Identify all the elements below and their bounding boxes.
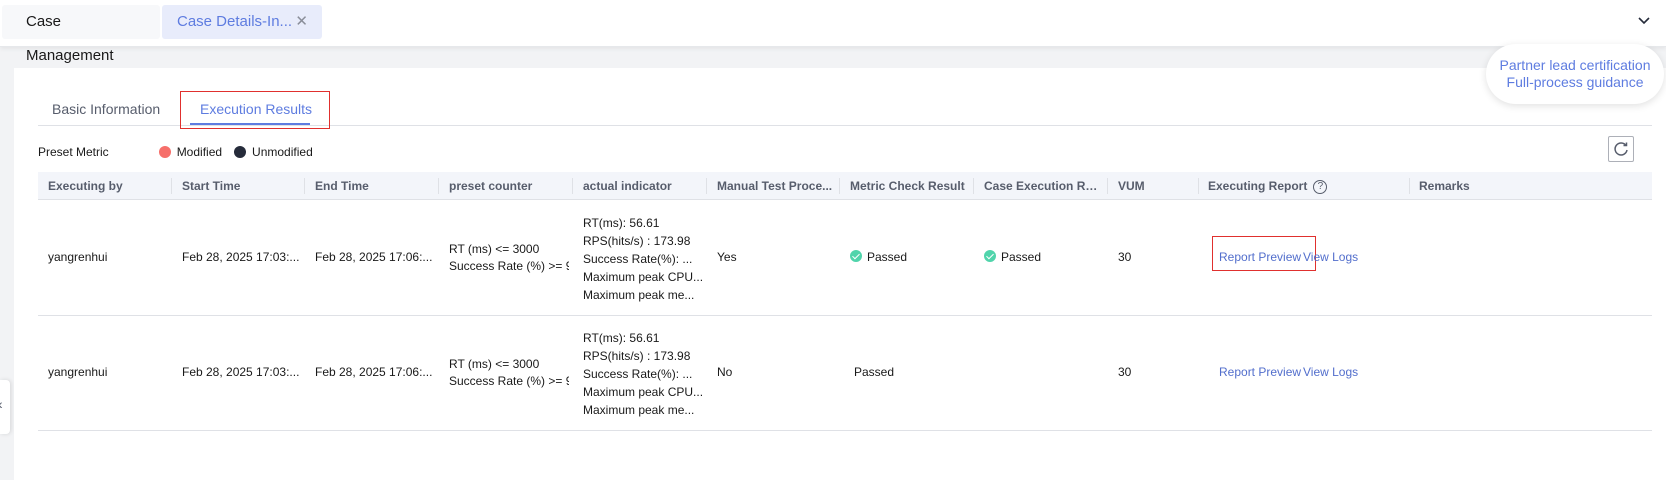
view-logs-link[interactable]: View Logs xyxy=(1303,250,1363,264)
cell-manual-test: No xyxy=(717,365,733,379)
cell-end-time: Feb 28, 2025 17:06:... xyxy=(315,365,433,379)
chevron-left-icon: ‹ xyxy=(0,396,3,412)
close-icon[interactable]: ✕ xyxy=(295,5,308,39)
col-actual-indicator: actual indicator xyxy=(583,179,672,193)
col-end-time: End Time xyxy=(315,179,369,193)
cell-vum: 30 xyxy=(1118,365,1132,379)
sub-tabs: Basic Information Execution Results xyxy=(38,80,1652,129)
indicator-line: Maximum peak me... xyxy=(583,403,695,417)
col-executing-by: Executing by xyxy=(48,179,123,193)
report-preview-link[interactable]: Report Preview xyxy=(1219,250,1303,264)
status-text: Passed xyxy=(1001,250,1042,264)
legend-unmodified: Unmodified xyxy=(252,145,313,159)
col-executing-report: Executing Report? xyxy=(1208,172,1408,200)
col-manual-test: Manual Test Proce... xyxy=(717,179,833,193)
tab-label: Case Management xyxy=(26,13,114,64)
unmodified-dot-icon xyxy=(234,146,247,158)
table-header: Executing by Start Time End Time preset … xyxy=(38,172,1652,200)
indicator-line: Maximum peak CPU... xyxy=(583,385,703,399)
indicator-line: RT(ms): 56.61 xyxy=(583,331,660,345)
indicator-line: Success Rate(%): ... xyxy=(583,252,693,266)
cell-metric-check: Passed xyxy=(854,365,895,379)
refresh-button[interactable] xyxy=(1608,136,1634,162)
partner-guidance-button[interactable]: Partner lead certification Full-process … xyxy=(1486,44,1664,104)
cell-preset-counter: RT (ms) <= 3000 Success Rate (%) >= 99. xyxy=(449,356,569,390)
sidebar-expand-handle[interactable]: ‹ xyxy=(0,380,10,434)
metric-legend: Preset Metric Modified Unmodified xyxy=(38,143,313,161)
tab-case-management[interactable]: Case Management xyxy=(2,5,160,64)
cell-actual-indicator: RT(ms): 56.61 RPS(hits/s) : 173.98 Succe… xyxy=(583,214,703,304)
top-tab-bar: Case Management Case Details-In... ✕ xyxy=(0,0,1666,64)
tab-execution-results[interactable]: Execution Results xyxy=(200,101,312,117)
table-row: yangrenhui Feb 28, 2025 17:03:... Feb 28… xyxy=(38,201,1652,316)
partner-line2: Full-process guidance xyxy=(1506,74,1644,90)
cell-metric-check: Passed xyxy=(850,250,970,264)
col-start-time: Start Time xyxy=(182,179,241,193)
cell-executing-by: yangrenhui xyxy=(48,365,108,379)
col-metric-check: Metric Check Result xyxy=(850,179,965,193)
col-remarks: Remarks xyxy=(1419,179,1470,193)
table-row: yangrenhui Feb 28, 2025 17:03:... Feb 28… xyxy=(38,316,1652,431)
indicator-line: RPS(hits/s) : 173.98 xyxy=(583,349,691,363)
preset-line: Success Rate (%) >= 99. xyxy=(449,259,569,273)
indicator-line: RT(ms): 56.61 xyxy=(583,216,660,230)
check-circle-icon xyxy=(984,250,996,262)
modified-dot-icon xyxy=(158,146,171,158)
help-icon[interactable]: ? xyxy=(1313,179,1328,194)
indicator-line: Success Rate(%): ... xyxy=(583,367,693,381)
indicator-line: RPS(hits/s) : 173.98 xyxy=(583,234,691,248)
cell-vum: 30 xyxy=(1118,250,1132,264)
tab-case-details[interactable]: Case Details-In... ✕ xyxy=(162,5,322,39)
main-card: Basic Information Execution Results Pres… xyxy=(14,68,1666,480)
cell-case-execution: Passed xyxy=(984,250,1104,264)
preset-line: RT (ms) <= 3000 xyxy=(449,357,540,371)
status-text: Passed xyxy=(867,250,908,264)
col-case-execution: Case Execution Re... xyxy=(984,179,1102,193)
tab-basic-information[interactable]: Basic Information xyxy=(52,101,160,117)
cell-start-time: Feb 28, 2025 17:03:... xyxy=(182,365,300,379)
indicator-line: Maximum peak me... xyxy=(583,288,695,302)
preset-line: RT (ms) <= 3000 xyxy=(449,242,540,256)
legend-modified: Modified xyxy=(176,145,223,159)
indicator-line: Maximum peak CPU... xyxy=(583,270,703,284)
view-logs-link[interactable]: View Logs xyxy=(1303,365,1363,379)
tab-label: Case Details-In... xyxy=(177,13,293,30)
partner-line1: Partner lead certification xyxy=(1499,57,1651,73)
legend-label: Preset Metric xyxy=(38,145,109,159)
check-circle-icon xyxy=(850,250,862,262)
report-preview-link[interactable]: Report Preview xyxy=(1219,365,1303,379)
refresh-icon xyxy=(1614,142,1628,156)
cell-end-time: Feb 28, 2025 17:06:... xyxy=(315,250,433,264)
col-vum: VUM xyxy=(1118,179,1145,193)
preset-line: Success Rate (%) >= 99. xyxy=(449,374,569,388)
cell-start-time: Feb 28, 2025 17:03:... xyxy=(182,250,300,264)
col-preset-counter: preset counter xyxy=(449,179,533,193)
cell-actual-indicator: RT(ms): 56.61 RPS(hits/s) : 173.98 Succe… xyxy=(583,329,703,419)
active-tab-indicator xyxy=(190,123,310,125)
chevron-down-icon[interactable] xyxy=(1636,12,1652,28)
col-executing-report-label: Executing Report xyxy=(1208,179,1308,193)
cell-executing-by: yangrenhui xyxy=(48,250,108,264)
cell-preset-counter: RT (ms) <= 3000 Success Rate (%) >= 99. xyxy=(449,241,569,275)
cell-manual-test: Yes xyxy=(717,250,737,264)
